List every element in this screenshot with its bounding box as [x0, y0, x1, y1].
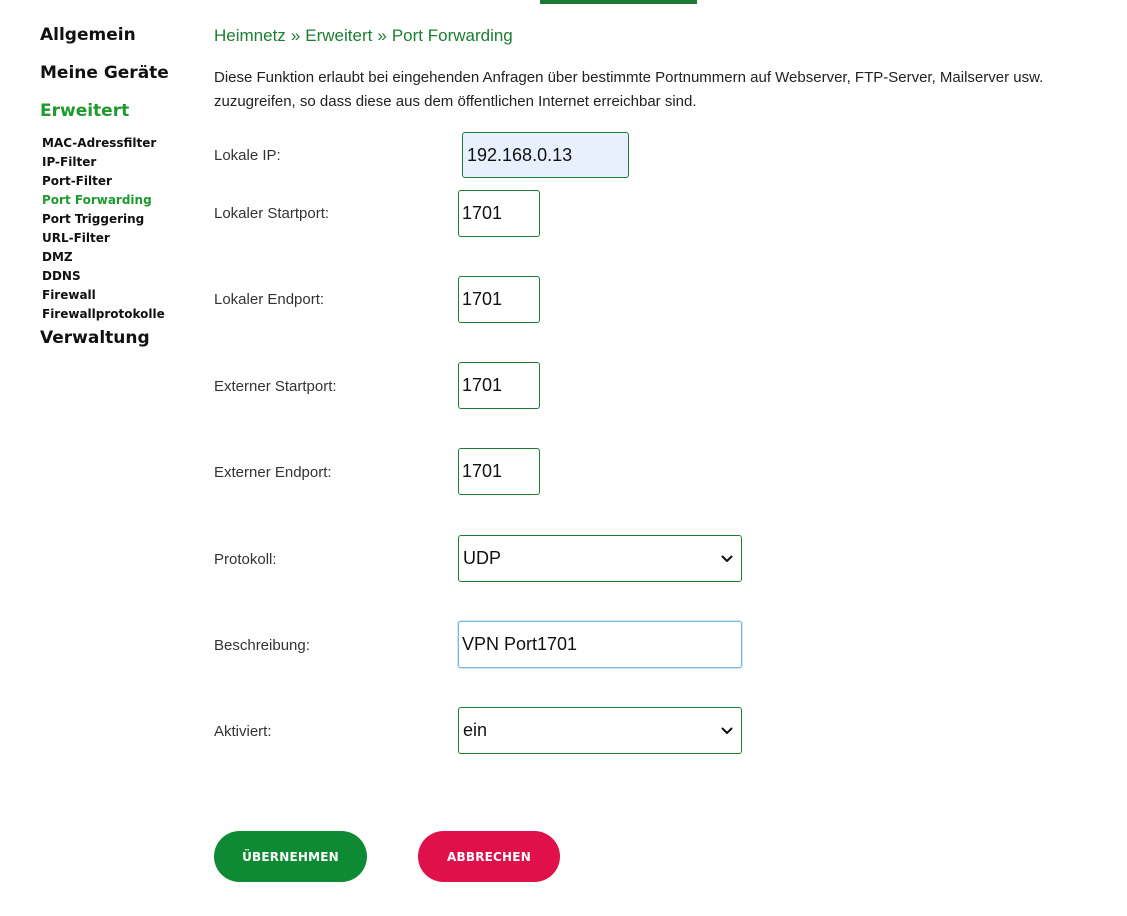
- sidebar-subitem-url-filter[interactable]: URL-Filter: [42, 229, 200, 248]
- enabled-selected-value: ein: [463, 720, 488, 740]
- local-ip-input[interactable]: [462, 132, 629, 178]
- protocol-selected-value: UDP: [463, 548, 502, 568]
- apply-button[interactable]: ÜBERNEHMEN: [214, 831, 367, 882]
- sidebar-subitem-mac-adressfilter[interactable]: MAC-Adressfilter: [42, 134, 200, 153]
- enabled-select[interactable]: ein: [458, 707, 742, 754]
- external-end-port-input[interactable]: [458, 448, 540, 495]
- external-start-port-input[interactable]: [458, 362, 540, 409]
- sidebar-subitem-ddns[interactable]: DDNS: [42, 267, 200, 286]
- sidebar-nav: Allgemein Meine Geräte Erweitert MAC-Adr…: [40, 24, 200, 349]
- sidebar-item-verwaltung[interactable]: Verwaltung: [40, 327, 200, 349]
- sidebar-subitem-firewallprotokolle[interactable]: Firewallprotokolle: [42, 305, 200, 324]
- breadcrumb: Heimnetz» Erweitert» Port Forwarding: [214, 24, 1114, 48]
- cancel-button[interactable]: ABBRECHEN: [418, 831, 560, 882]
- page-description: Diese Funktion erlaubt bei eingehenden A…: [214, 69, 1044, 110]
- local-ip-label: Lokale IP:: [214, 147, 281, 164]
- sidebar-subitem-port-forwarding[interactable]: Port Forwarding: [42, 191, 200, 210]
- sidebar-subitem-firewall[interactable]: Firewall: [42, 286, 200, 305]
- chevron-down-icon: [721, 727, 733, 734]
- description-input[interactable]: [458, 621, 742, 668]
- breadcrumb-port-forwarding: Port Forwarding: [391, 26, 513, 45]
- local-start-port-label: Lokaler Startport:: [214, 205, 330, 222]
- local-start-port-input[interactable]: [458, 190, 540, 237]
- port-forwarding-page: Allgemein Meine Geräte Erweitert MAC-Adr…: [0, 0, 1127, 916]
- chevron-down-icon: [721, 555, 733, 562]
- breadcrumb-separator: »: [377, 26, 387, 45]
- breadcrumb-separator: »: [290, 26, 301, 45]
- sidebar-subitem-port-triggering[interactable]: Port Triggering: [42, 210, 200, 229]
- sidebar-subitem-port-filter[interactable]: Port-Filter: [42, 172, 200, 191]
- enabled-label: Aktiviert:: [214, 723, 272, 740]
- sidebar-subnav-erweitert: MAC-Adressfilter IP-Filter Port-Filter P…: [40, 134, 200, 324]
- external-end-port-label: Externer Endport:: [214, 464, 332, 481]
- sidebar-item-erweitert[interactable]: Erweitert: [40, 100, 200, 122]
- sidebar-item-allgemein[interactable]: Allgemein: [40, 24, 200, 46]
- protocol-select[interactable]: UDP: [458, 535, 742, 582]
- description-label: Beschreibung:: [214, 637, 310, 654]
- breadcrumb-heimnetz[interactable]: Heimnetz: [214, 26, 286, 45]
- sidebar-subitem-ip-filter[interactable]: IP-Filter: [42, 153, 200, 172]
- protocol-label: Protokoll:: [214, 551, 277, 568]
- local-end-port-input[interactable]: [458, 276, 540, 323]
- local-end-port-label: Lokaler Endport:: [214, 291, 325, 308]
- top-tab-indicator: [540, 0, 697, 4]
- external-start-port-label: Externer Startport:: [214, 378, 337, 395]
- sidebar-item-meine-geraete[interactable]: Meine Geräte: [40, 62, 200, 84]
- sidebar-subitem-dmz[interactable]: DMZ: [42, 248, 200, 267]
- main-content: Heimnetz» Erweitert» Port Forwarding Diese…: [214, 24, 1114, 110]
- breadcrumb-erweitert[interactable]: Erweitert: [305, 26, 372, 45]
